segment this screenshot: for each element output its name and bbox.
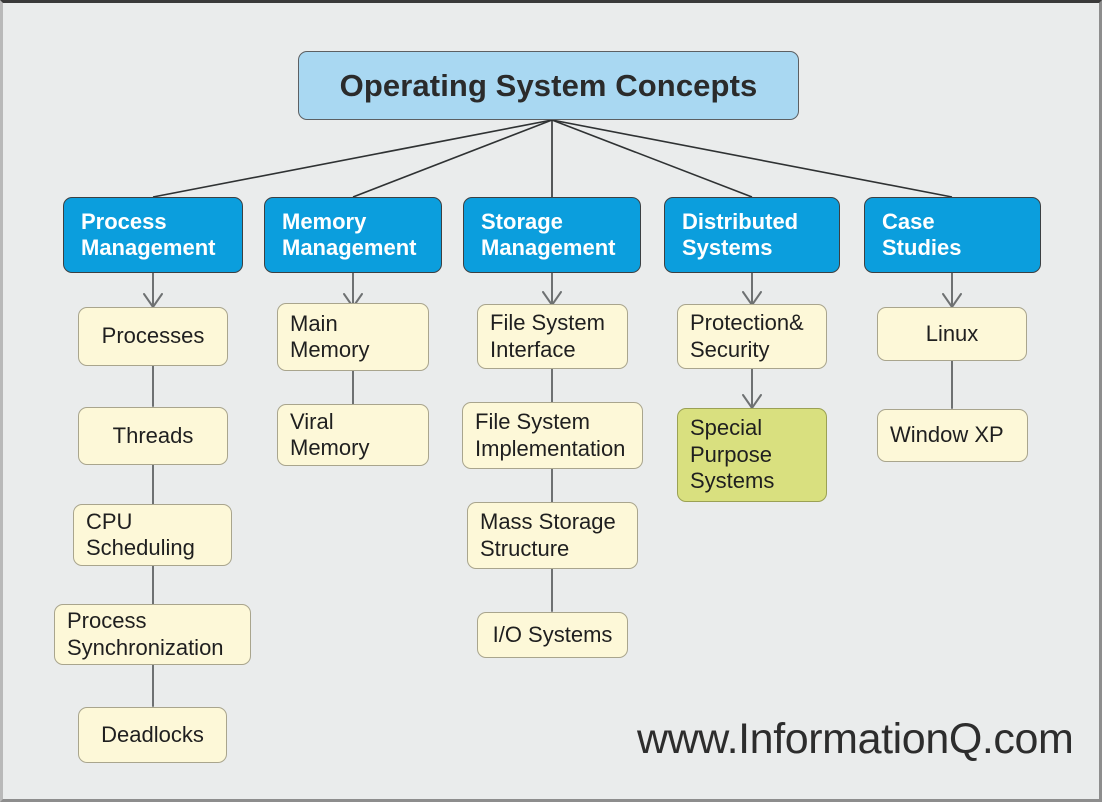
leaf-node-deadlocks[interactable]: Deadlocks	[78, 707, 227, 763]
category-node-case-studies[interactable]: Case Studies	[864, 197, 1041, 273]
category-node-storage-management[interactable]: Storage Management	[463, 197, 641, 273]
leaf-node-linux[interactable]: Linux	[877, 307, 1027, 361]
edge-root-to-process-management	[152, 119, 553, 198]
leaf-node-file-system-implementation[interactable]: File System Implementation	[462, 402, 643, 469]
root-node-operating-system-concepts[interactable]: Operating System Concepts	[298, 51, 799, 120]
leaf-node-file-system-interface[interactable]: File System Interface	[477, 304, 628, 369]
arrowhead-special-purpose	[742, 394, 762, 410]
leaf-node-viral-memory[interactable]: Viral Memory	[277, 404, 429, 466]
leaf-node-protection-and-security[interactable]: Protection& Security	[677, 304, 827, 369]
leaf-node-threads[interactable]: Threads	[78, 407, 228, 465]
arrowhead-pm-processes	[143, 293, 163, 309]
leaf-node-processes[interactable]: Processes	[78, 307, 228, 366]
leaf-node-special-purpose-systems[interactable]: Special Purpose Systems	[677, 408, 827, 502]
leaf-node-io-systems[interactable]: I/O Systems	[477, 612, 628, 658]
category-node-memory-management[interactable]: Memory Management	[264, 197, 442, 273]
category-node-distributed-systems[interactable]: Distributed Systems	[664, 197, 840, 273]
category-node-process-management[interactable]: Process Management	[63, 197, 243, 273]
root-fanout-edges	[152, 119, 953, 198]
watermark-text: www.InformationQ.com	[637, 715, 1074, 763]
leaf-node-process-synchronization[interactable]: Process Synchronization	[54, 604, 251, 665]
edge-root-to-distributed-systems	[551, 119, 753, 198]
leaf-node-cpu-scheduling[interactable]: CPU Scheduling	[73, 504, 232, 566]
leaf-node-main-memory[interactable]: Main Memory	[277, 303, 429, 371]
edge-root-to-case-studies	[551, 119, 953, 198]
leaf-node-window-xp[interactable]: Window XP	[877, 409, 1028, 462]
diagram-canvas: Operating System Concepts Process Manage…	[0, 0, 1102, 802]
leaf-node-mass-storage-structure[interactable]: Mass Storage Structure	[467, 502, 638, 569]
arrowhead-cs-linux	[942, 293, 962, 309]
edge-root-to-memory-management	[352, 119, 553, 198]
